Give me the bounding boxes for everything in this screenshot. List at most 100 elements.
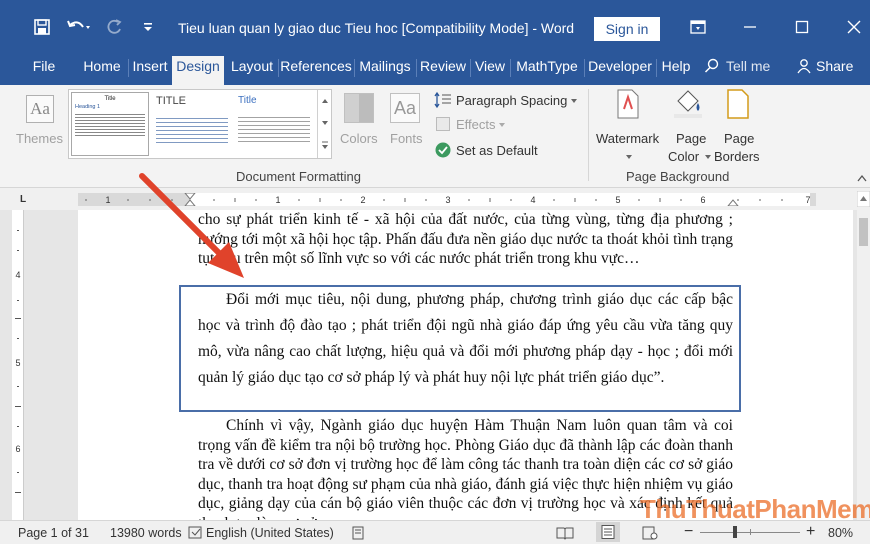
paragraph-spacing-button[interactable]: Paragraph Spacing xyxy=(434,91,584,113)
search-icon xyxy=(704,58,719,73)
person-icon xyxy=(797,59,811,74)
style-set-title[interactable]: TITLE xyxy=(153,92,231,156)
read-mode-icon[interactable] xyxy=(556,526,574,540)
title-bar: Tieu luan quan ly giao duc Tieu hoc [Com… xyxy=(0,0,870,55)
style-preview-lines xyxy=(156,115,228,145)
watermark-button[interactable]: Watermark xyxy=(594,89,664,167)
print-layout-icon xyxy=(601,525,615,539)
zoom-in-button[interactable]: + xyxy=(806,523,815,541)
chevron-down-icon xyxy=(499,123,505,127)
zoom-slider[interactable] xyxy=(700,526,800,538)
effects-button: Effects xyxy=(434,115,524,137)
style-title: Title xyxy=(104,96,116,102)
document-page[interactable]: cho sự phát triển kinh tế - xã hội của đ… xyxy=(78,210,853,532)
minimize-icon[interactable] xyxy=(730,12,770,42)
colors-button[interactable]: Colors xyxy=(338,91,382,159)
tab-separator xyxy=(470,59,471,77)
tab-view[interactable]: View xyxy=(472,55,508,85)
tab-references[interactable]: References xyxy=(280,55,352,85)
zoom-slider-thumb[interactable] xyxy=(733,526,737,538)
document-area: 4 5 6 cho sự phát triển kinh tế - xã hội c… xyxy=(0,210,870,532)
tab-review[interactable]: Review xyxy=(418,55,468,85)
colors-label: Colors xyxy=(340,131,378,146)
tab-developer[interactable]: Developer xyxy=(586,55,654,85)
zoom-level[interactable]: 80% xyxy=(828,526,853,540)
tab-layout[interactable]: Layout xyxy=(228,55,276,85)
paragraph-1[interactable]: cho sự phát triển kinh tế - xã hội của đ… xyxy=(198,210,733,269)
macro-icon[interactable] xyxy=(352,526,368,540)
chevron-down-icon xyxy=(705,155,711,159)
style-preview-lines xyxy=(238,114,310,144)
zoom-slider-center xyxy=(750,529,751,535)
tab-home[interactable]: Home xyxy=(78,55,126,85)
word-count[interactable]: 13980 words xyxy=(110,526,182,540)
page-count[interactable]: Page 1 of 31 xyxy=(18,526,89,540)
tab-mailings[interactable]: Mailings xyxy=(356,55,414,85)
chevron-up-icon[interactable] xyxy=(318,92,332,110)
page-borders-button[interactable]: Page Borders xyxy=(714,89,766,167)
page-borders-icon xyxy=(727,89,749,119)
fonts-button[interactable]: Aa Fonts xyxy=(386,91,428,159)
tab-design[interactable]: Design xyxy=(172,56,224,85)
tab-insert[interactable]: Insert xyxy=(130,55,170,85)
proofing-icon[interactable] xyxy=(188,526,204,540)
tab-mathtype[interactable]: MathType xyxy=(512,55,582,85)
ruler-up-icon[interactable] xyxy=(857,191,870,207)
vertical-scrollbar[interactable] xyxy=(857,210,870,520)
gallery-scroll[interactable] xyxy=(317,90,331,158)
collapse-ribbon-icon[interactable] xyxy=(856,173,868,183)
page-background-group-label: Page Background xyxy=(626,169,730,184)
close-icon[interactable] xyxy=(834,12,870,42)
set-as-default-button[interactable]: Set as Default xyxy=(434,141,554,163)
watermark-icon xyxy=(617,89,639,119)
checkmark-icon xyxy=(435,142,451,158)
svg-text:6: 6 xyxy=(700,195,705,205)
web-layout-icon[interactable] xyxy=(642,526,658,540)
fonts-label: Fonts xyxy=(390,131,423,146)
watermark-label: Watermark xyxy=(596,131,660,146)
page-color-label-2: Color xyxy=(668,149,700,164)
ribbon-design: Aa Themes Title Heading 1 TITLE Title Co… xyxy=(0,85,870,188)
share-label: Share xyxy=(816,58,854,74)
more-icon[interactable] xyxy=(318,136,332,154)
scrollbar-thumb[interactable] xyxy=(859,218,868,246)
svg-text:2: 2 xyxy=(360,195,365,205)
page-color-button[interactable]: Page Color xyxy=(664,89,714,167)
page-borders-label-2: Borders xyxy=(714,149,760,164)
tell-me-search[interactable]: Tell me xyxy=(704,55,784,85)
tab-selector[interactable]: L xyxy=(16,193,30,207)
style-set-blue[interactable]: Title xyxy=(235,92,313,156)
chevron-down-icon[interactable] xyxy=(318,114,332,132)
site-watermark: ThuThuatPhanMem.vn xyxy=(640,494,870,524)
save-icon[interactable] xyxy=(30,14,54,40)
paragraph-2[interactable]: Đổi mới mục tiêu, nội dung, phương pháp,… xyxy=(198,287,733,391)
fonts-icon: Aa xyxy=(390,93,420,123)
tab-separator xyxy=(354,59,355,77)
tab-help[interactable]: Help xyxy=(658,55,694,85)
svg-text:4: 4 xyxy=(15,270,20,280)
tab-file[interactable]: File xyxy=(24,55,64,85)
ribbon-display-options-icon[interactable] xyxy=(678,12,718,42)
print-layout-button[interactable] xyxy=(596,522,620,542)
effects-label: Effects xyxy=(456,117,496,132)
style-set-default[interactable]: Title Heading 1 xyxy=(71,92,149,156)
zoom-out-button[interactable]: − xyxy=(684,523,693,541)
tab-separator xyxy=(128,59,129,77)
share-button[interactable]: Share xyxy=(796,55,856,85)
language[interactable]: English (United States) xyxy=(206,526,334,540)
ruler-row: L 1 1 2 3 4 5 6 7 xyxy=(0,188,870,210)
customize-toolbar-icon[interactable] xyxy=(140,14,156,40)
svg-text:6: 6 xyxy=(15,444,20,454)
maximize-icon[interactable] xyxy=(782,12,822,42)
horizontal-ruler[interactable]: 1 1 2 3 4 5 6 7 xyxy=(78,193,816,206)
vertical-ruler[interactable]: 4 5 6 xyxy=(12,210,24,520)
svg-text:1: 1 xyxy=(275,195,280,205)
themes-button[interactable]: Aa Themes xyxy=(14,91,66,159)
page-color-label-1: Page xyxy=(676,131,707,146)
style-title-caps: TITLE xyxy=(156,95,186,107)
svg-text:3: 3 xyxy=(445,195,450,205)
style-title-blue: Title xyxy=(238,95,257,106)
sign-in-button[interactable]: Sign in xyxy=(594,17,660,41)
svg-text:7: 7 xyxy=(805,195,810,205)
undo-icon[interactable] xyxy=(64,14,92,40)
